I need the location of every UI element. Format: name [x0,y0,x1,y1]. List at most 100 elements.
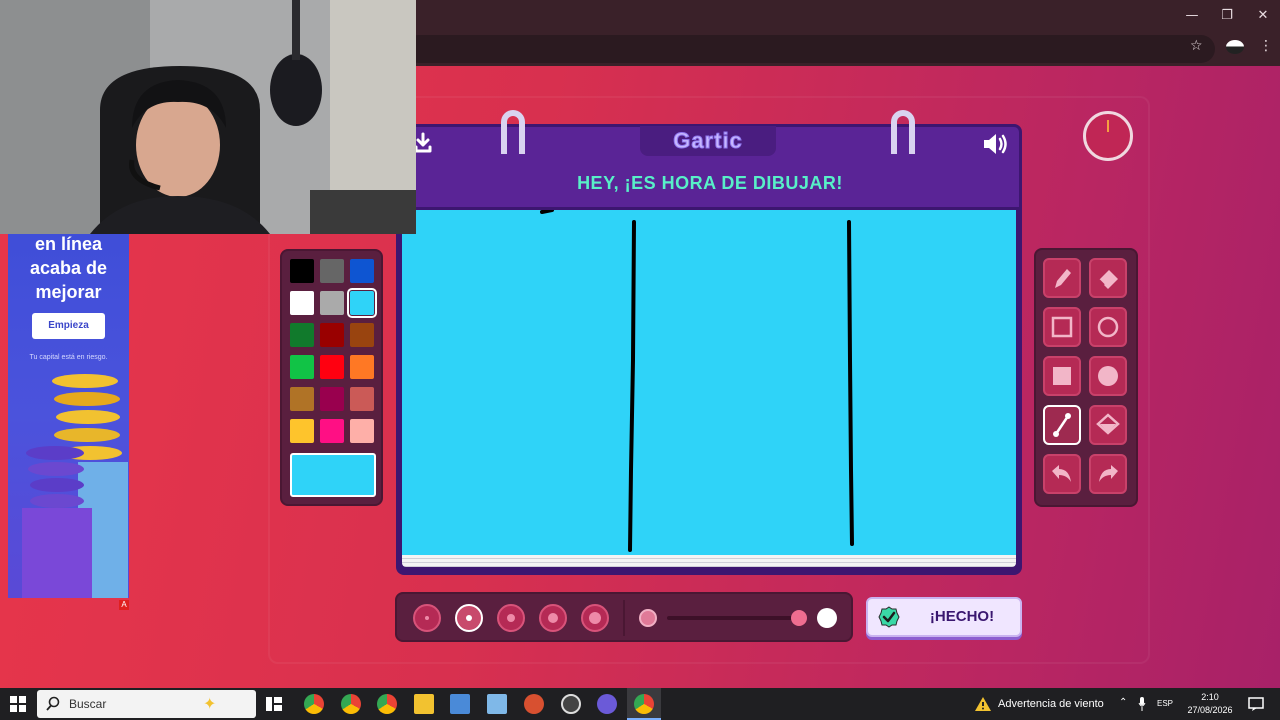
search-icon [46,696,60,711]
microphone-icon[interactable] [1138,697,1146,711]
color-swatch[interactable] [350,387,374,411]
color-swatch[interactable] [320,355,344,379]
brush-size-dot [507,614,515,622]
divider [623,600,625,636]
color-swatch[interactable] [320,291,344,315]
chrome-app-icon-3[interactable] [377,694,397,714]
app-icon-starburst[interactable] [524,694,544,714]
chrome-app-icon-2[interactable] [341,694,361,714]
task-view-icon[interactable] [266,697,282,711]
drawing-canvas[interactable] [402,208,1016,556]
advertisement[interactable]: en línea acaba de mejorar Empieza Tu cap… [8,232,129,598]
warning-icon[interactable] [974,696,992,712]
opacity-slider-track[interactable] [667,616,797,620]
color-swatch[interactable] [320,259,344,283]
app-icon[interactable] [487,694,507,714]
board-title: HEY, ¡ES HORA DE DIBUJAR! [577,173,843,193]
square-filled-icon [1053,367,1071,385]
ad-headline: en línea acaba de mejorar [29,234,108,302]
ad-choices-badge[interactable]: A [119,600,129,610]
download-icon[interactable] [414,132,432,154]
brush-size-button[interactable] [581,604,609,632]
close-button[interactable]: ✕ [1248,6,1278,26]
brush-size-dot [425,616,429,620]
redo-button[interactable] [1089,454,1127,494]
windows-start-icon[interactable] [10,696,26,712]
app-icon-clock[interactable] [561,694,581,714]
chevron-up-icon[interactable]: ⌃ [1119,697,1127,708]
app-icon-discord[interactable] [597,694,617,714]
color-swatch[interactable] [290,419,314,443]
notifications-icon[interactable] [1248,697,1264,711]
color-swatch[interactable] [320,387,344,411]
brush-size-dot [466,615,472,621]
brush-size-dot [589,612,601,624]
brush-size-button[interactable] [455,604,483,632]
drawing-board [396,207,1022,575]
line-tool[interactable] [1043,405,1081,445]
ad-cta-button[interactable]: Empieza [32,313,105,339]
system-clock[interactable]: 2:10 27/08/2026 [1180,691,1240,717]
circle-outline-tool[interactable] [1089,307,1127,347]
color-swatch[interactable] [290,323,314,347]
brush-size-panel [395,592,853,642]
restore-button[interactable]: ❐ [1212,6,1242,26]
ad-disclaimer: Tu capital está en riesgo. [29,354,108,361]
binder-ring-left [501,110,525,154]
rectangle-outline-tool[interactable] [1043,307,1081,347]
circle-filled-tool[interactable] [1089,356,1127,396]
color-swatch[interactable] [320,323,344,347]
windows-taskbar: Buscar ✦ Advertencia de viento ⌃ ESP 2:1… [0,688,1280,720]
opacity-slider-thumb[interactable] [791,610,807,626]
taskbar-search[interactable]: Buscar ✦ [37,690,256,718]
file-explorer-icon[interactable] [414,694,434,714]
brush-size-button[interactable] [497,604,525,632]
color-swatch[interactable] [290,387,314,411]
rectangle-filled-tool[interactable] [1043,356,1081,396]
calculator-icon[interactable] [450,694,470,714]
eraser-tool[interactable] [1089,258,1127,298]
pencil-icon [1055,269,1071,288]
profile-avatar[interactable] [1226,40,1244,54]
webcam-feed [0,0,416,234]
webcam-overlay [0,0,416,234]
opacity-max-icon [817,608,837,628]
color-swatch[interactable] [350,323,374,347]
gartic-logo: Gartic [673,128,743,154]
binder-ring-right [891,110,915,154]
color-swatch[interactable] [350,259,374,283]
minimize-button[interactable]: — [1177,6,1207,26]
square-outline-icon [1051,316,1073,338]
color-swatch[interactable] [290,355,314,379]
chrome-app-icon-active[interactable] [634,694,654,714]
checkmark-badge-icon [878,606,900,628]
address-bar[interactable] [405,35,1215,63]
color-swatch[interactable] [290,259,314,283]
weather-alert[interactable]: Advertencia de viento [998,688,1104,720]
fill-bucket-tool[interactable] [1089,405,1127,445]
circle-filled-icon [1098,366,1118,386]
browser-menu-icon[interactable]: ⋮ [1259,38,1273,54]
color-swatch[interactable] [350,419,374,443]
sparkle-icon: ✦ [203,696,217,713]
speaker-icon[interactable] [982,132,1010,156]
paper-edge [402,555,1016,567]
chrome-app-icon[interactable] [304,694,324,714]
fill-bucket-icon [1096,413,1120,435]
bookmark-star-icon[interactable]: ☆ [1190,38,1203,54]
color-swatch[interactable] [320,419,344,443]
brush-size-button[interactable] [413,604,441,632]
pencil-tool[interactable] [1043,258,1081,298]
tool-panel [1034,248,1138,507]
color-swatch[interactable] [350,355,374,379]
undo-button[interactable] [1043,454,1081,494]
round-timer [1083,111,1133,161]
color-swatch[interactable] [347,288,377,318]
brush-size-button[interactable] [539,604,567,632]
color-swatch[interactable] [290,291,314,315]
done-button[interactable]: ¡HECHO! [866,597,1022,637]
language-indicator[interactable]: ESP [1157,688,1173,720]
line-icon [1053,413,1071,437]
current-color-preview [290,453,376,497]
done-button-label: ¡HECHO! [929,608,995,625]
